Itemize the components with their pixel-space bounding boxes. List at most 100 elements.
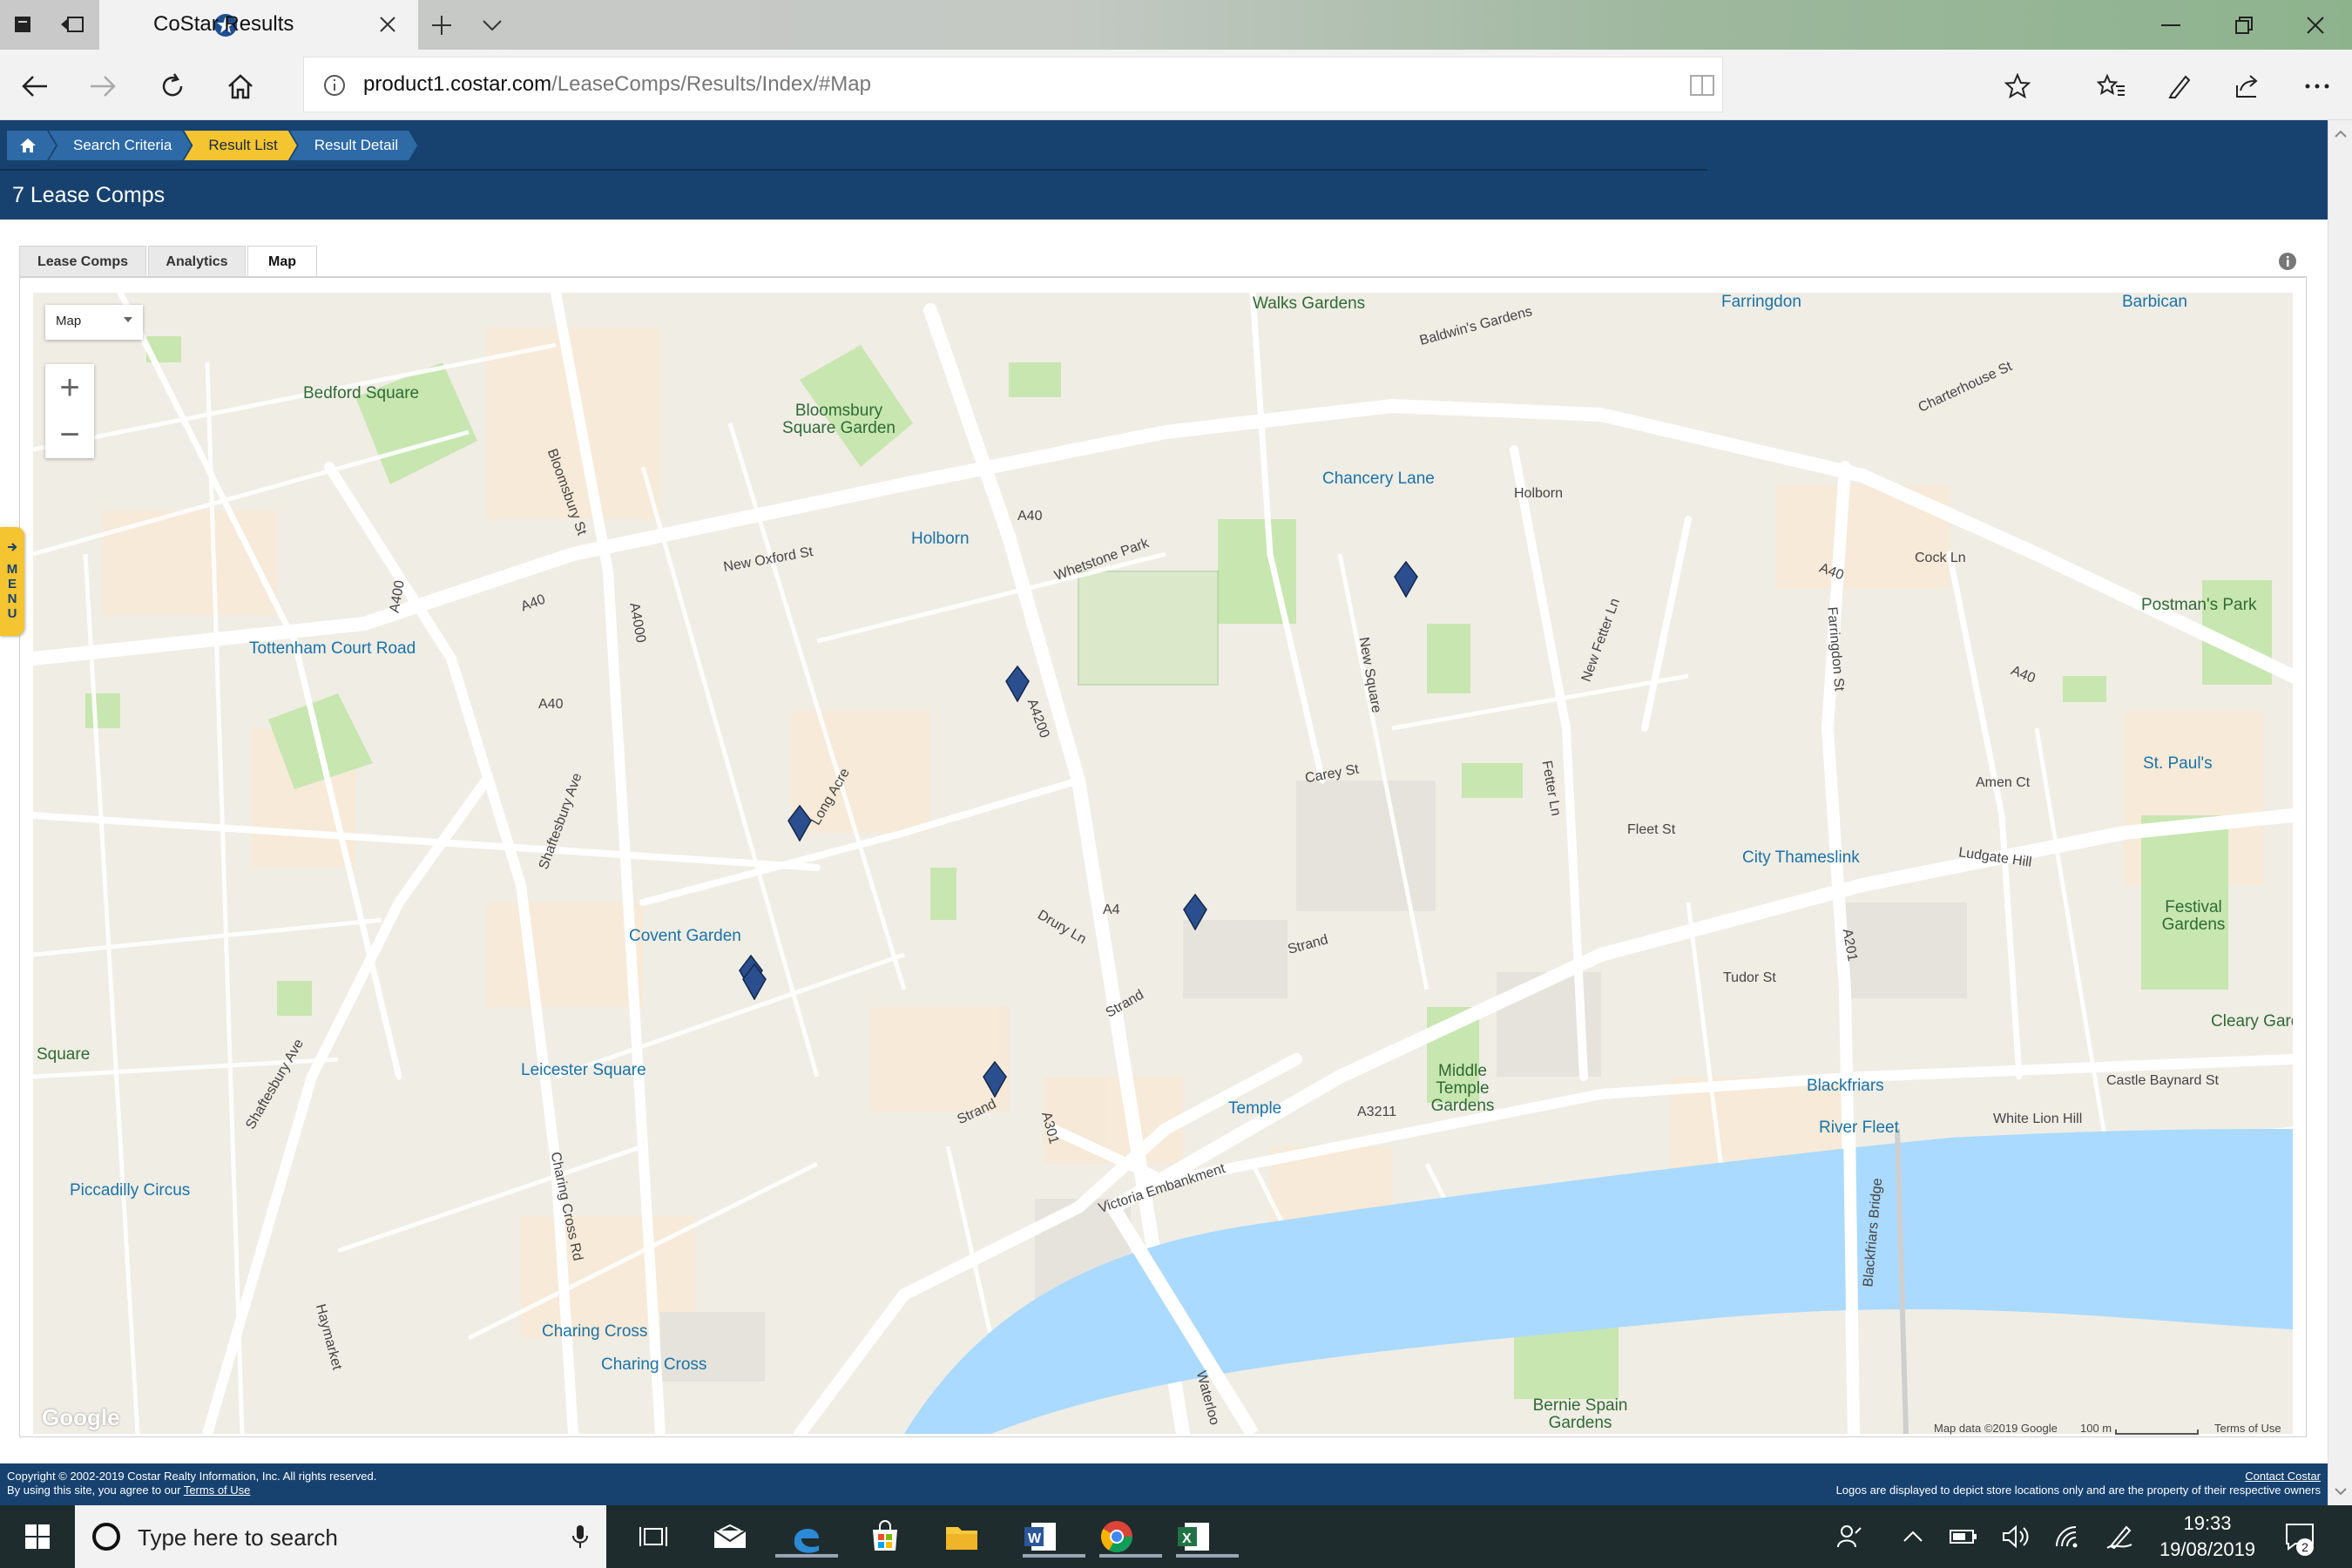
label-river-fleet: River Fleet (1819, 1119, 1899, 1137)
scroll-up-icon[interactable] (2328, 125, 2352, 143)
store-icon[interactable] (861, 1516, 909, 1558)
taskbar-search-input[interactable]: Type here to search (75, 1505, 606, 1568)
svg-text:W: W (1028, 1531, 1042, 1546)
windows-start-icon[interactable] (0, 1505, 75, 1568)
browser-tab[interactable]: CoStar Results (99, 0, 418, 50)
word-icon[interactable]: W (1016, 1516, 1085, 1558)
side-menu-handle[interactable]: MENU (0, 527, 24, 636)
tab-actions-icon[interactable] (12, 14, 35, 35)
chrome-icon[interactable] (1092, 1516, 1162, 1558)
clock-date: 19/08/2019 (2159, 1538, 2256, 1560)
share-icon[interactable] (2228, 67, 2267, 105)
label-tudor-st: Tudor St (1723, 970, 1776, 985)
map-type-value: Map (56, 314, 82, 328)
edge-browser-icon[interactable] (775, 1516, 838, 1558)
lease-comp-marker[interactable] (1183, 893, 1207, 931)
svg-text:X: X (1182, 1531, 1192, 1546)
breadcrumb-result-detail[interactable]: Result Detail (290, 131, 417, 160)
mail-icon[interactable] (706, 1516, 754, 1558)
breadcrumb-search-criteria[interactable]: Search Criteria (49, 131, 191, 160)
show-hidden-icons-chevron-icon[interactable] (1889, 1516, 1937, 1558)
info-icon[interactable] (2278, 252, 2297, 271)
url-host: product1.costar.com (363, 72, 552, 96)
file-explorer-icon[interactable] (937, 1516, 986, 1558)
map-scale-label: 100 m (2080, 1422, 2112, 1435)
lease-comp-marker[interactable] (787, 804, 812, 842)
arrow-right-icon (8, 543, 17, 551)
label-bernie-spain-gardens: Bernie Spain Gardens (1532, 1396, 1628, 1432)
battery-icon[interactable] (1939, 1516, 1988, 1558)
google-logo: Google (42, 1404, 120, 1430)
label-a40-1: A40 (1017, 509, 1043, 524)
forward-arrow-icon[interactable] (84, 67, 122, 105)
volume-icon[interactable] (1991, 1516, 2040, 1558)
minimize-icon[interactable] (2145, 9, 2197, 42)
map-base-layer (33, 293, 2293, 1434)
url-path: /LeaseComps/Results/Index/#Map (551, 72, 871, 96)
restore-icon[interactable] (2218, 9, 2270, 42)
label-piccadilly-circus: Piccadilly Circus (70, 1181, 191, 1200)
map-type-select[interactable]: Map (45, 305, 143, 340)
label-a40-3: A40 (538, 697, 564, 712)
label-square: Square (37, 1045, 91, 1064)
label-farringdon: Farringdon (1721, 293, 1801, 311)
footer-terms-link[interactable]: Terms of Use (184, 1484, 251, 1497)
taskbar-clock[interactable]: 19:33 19/08/2019 (2146, 1511, 2268, 1563)
lease-comp-marker[interactable] (1394, 560, 1418, 598)
address-bar[interactable]: product1.costar.com/LeaseComps/Results/I… (303, 57, 1723, 112)
favorite-star-icon[interactable] (1998, 67, 2037, 105)
footer-copyright: Copyright © 2002-2019 Costar Realty Info… (7, 1470, 377, 1483)
label-white-lion-hill: White Lion Hill (1993, 1112, 2083, 1126)
zoom-out-button[interactable]: − (45, 411, 94, 458)
label-festival-gardens: Festival Gardens (2161, 898, 2226, 934)
label-cock-ln: Cock Ln (1915, 551, 1966, 565)
reading-view-icon[interactable] (1689, 73, 1715, 98)
breadcrumb-home[interactable] (7, 131, 56, 160)
close-window-icon[interactable] (2289, 9, 2342, 42)
lease-comp-marker[interactable] (742, 963, 767, 1001)
info-icon[interactable] (323, 74, 346, 97)
label-postmans-park: Postman's Park (2141, 596, 2257, 614)
label-st-pauls: St. Paul's (2143, 754, 2213, 773)
tab-map[interactable]: Map (247, 246, 317, 279)
breadcrumb-result-list[interactable]: Result List (184, 131, 296, 160)
tab-lease-comps[interactable]: Lease Comps (19, 246, 146, 277)
close-tab-icon[interactable] (378, 15, 397, 34)
pen-workspace-icon[interactable] (2096, 1516, 2145, 1558)
cortana-icon (92, 1523, 120, 1551)
lease-comp-marker[interactable] (1005, 665, 1030, 703)
more-options-icon[interactable] (2298, 67, 2336, 105)
home-icon (19, 138, 37, 153)
contact-costar-link[interactable]: Contact Costar (2245, 1470, 2321, 1483)
windows-taskbar: Type here to search W X 19:33 19/08/2019… (0, 1505, 2352, 1568)
web-note-pen-icon[interactable] (2160, 67, 2199, 105)
microphone-icon[interactable] (571, 1524, 589, 1550)
zoom-in-button[interactable]: + (45, 364, 94, 411)
home-icon[interactable] (221, 67, 260, 105)
excel-icon[interactable]: X (1169, 1516, 1239, 1558)
page-title: 7 Lease Comps (12, 183, 166, 207)
label-walks-gardens: Walks Gardens (1253, 294, 1366, 313)
map-canvas[interactable]: Walks Gardens Farringdon Barbican Bedfor… (33, 293, 2293, 1434)
tab-title: CoStar Results (153, 12, 294, 36)
scroll-down-icon[interactable] (2328, 1483, 2352, 1500)
page-scrollbar[interactable] (2328, 120, 2352, 1505)
label-holborn-road: Holborn (1514, 486, 1564, 501)
tab-analytics[interactable]: Analytics (148, 246, 246, 277)
wifi-icon[interactable] (2044, 1516, 2092, 1558)
label-covent-garden: Covent Garden (629, 927, 741, 945)
back-arrow-icon[interactable] (16, 67, 54, 105)
set-tabs-aside-icon[interactable] (59, 14, 85, 35)
task-view-icon[interactable] (629, 1516, 678, 1558)
new-tab-icon[interactable] (430, 14, 453, 37)
lease-comp-marker[interactable] (983, 1060, 1007, 1098)
label-holborn: Holborn (911, 530, 970, 548)
refresh-icon[interactable] (153, 67, 192, 105)
map-scale-bar (2115, 1429, 2199, 1435)
label-amen-ct: Amen Ct (1976, 775, 2031, 790)
people-icon[interactable] (1826, 1516, 1875, 1558)
label-castle-baynard-st: Castle Baynard St (2106, 1073, 2219, 1088)
map-terms-link[interactable]: Terms of Use (2214, 1422, 2281, 1435)
favorites-hub-icon[interactable] (2092, 67, 2131, 105)
chevron-down-icon[interactable] (481, 17, 504, 33)
